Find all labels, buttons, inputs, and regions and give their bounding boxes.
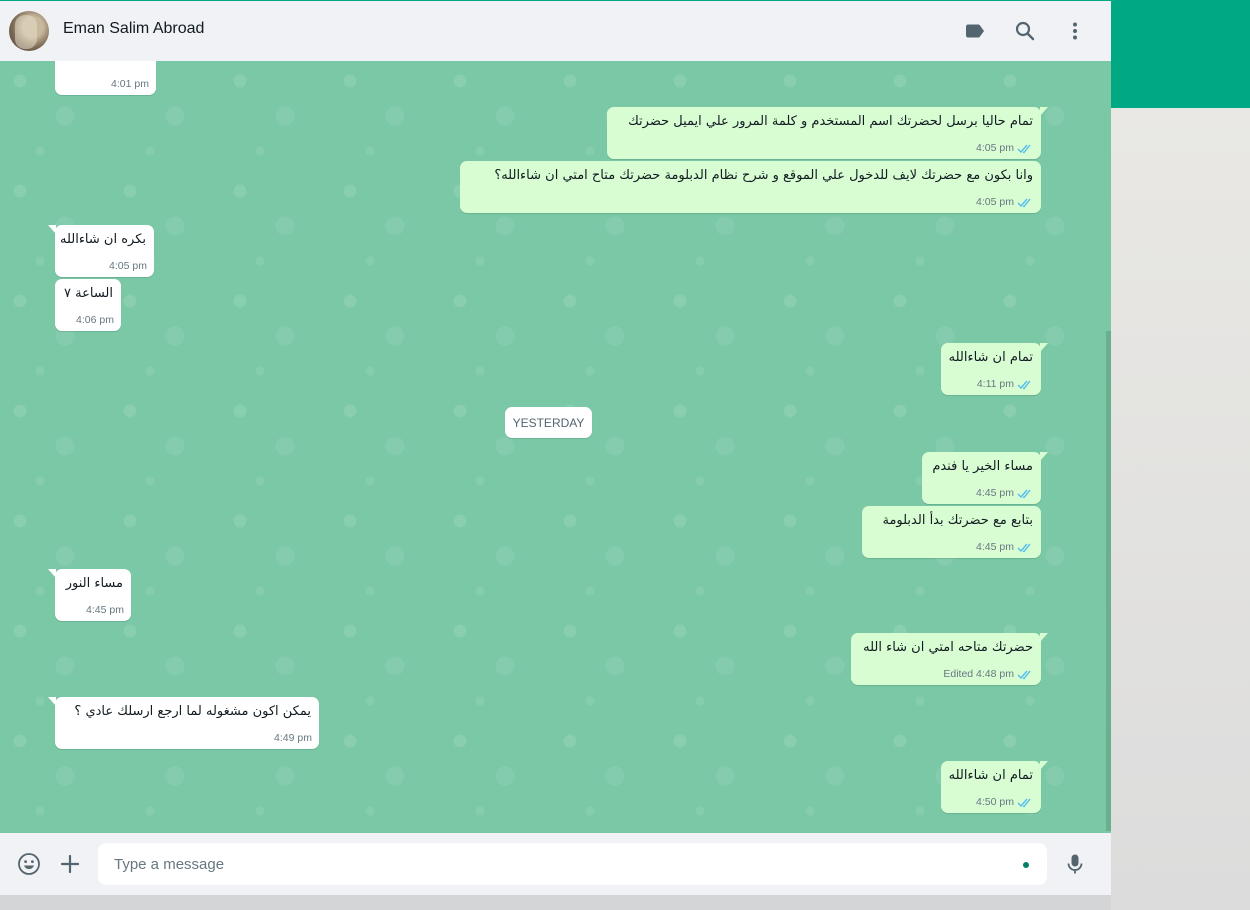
date-separator: YESTERDAY: [505, 407, 592, 438]
message-timestamp: 4:11 pm: [976, 378, 1014, 390]
search-icon[interactable]: [1013, 19, 1037, 43]
message-time: 4:05 pm: [109, 260, 147, 272]
message-text: بكره ان شاءالله: [59, 232, 146, 247]
double-check-icon: [1017, 144, 1031, 153]
plus-icon[interactable]: [58, 852, 82, 876]
message-timestamp: 4:05 pm: [109, 260, 147, 272]
background-band: [1111, 0, 1250, 108]
message-incoming[interactable]: 4:01 pm: [55, 61, 156, 95]
message-text: تمام ان شاءالله: [948, 350, 1033, 365]
message-timestamp: 4:45 pm: [976, 541, 1014, 553]
message-timestamp: 4:05 pm: [976, 196, 1014, 208]
message-timestamp: 4:06 pm: [76, 314, 114, 326]
message-list[interactable]: 4:01 pm تمام حاليا برسل لحضرتك اسم المست…: [0, 61, 1111, 833]
message-timestamp: 4:01 pm: [111, 78, 149, 90]
message-meta: 4:11 pm: [977, 378, 1033, 390]
message-meta: 4:45 pm: [976, 487, 1033, 499]
message-timestamp: 4:49 pm: [274, 732, 312, 744]
message-outgoing[interactable]: وانا بكون مع حضرتك لايف للدخول علي الموق…: [460, 161, 1041, 213]
message-outgoing[interactable]: تمام حاليا برسل لحضرتك اسم المستخدم و كل…: [607, 107, 1048, 159]
message-timestamp: 4:45 pm: [976, 487, 1014, 499]
message-text: حضرتك متاحه امتي ان شاء الله: [863, 640, 1033, 655]
message-incoming[interactable]: مساء النور 4:45 pm: [48, 569, 131, 621]
double-check-icon: [1017, 543, 1031, 552]
message-timestamp: 4:50 pm: [976, 796, 1014, 808]
double-check-icon: [1017, 798, 1031, 807]
message-outgoing[interactable]: حضرتك متاحه امتي ان شاء الله Edited 4:48…: [851, 633, 1048, 685]
message-text: يمكن اكون مشغوله لما ارجع ارسلك عادي ؟: [74, 704, 311, 719]
message-time: 4:01 pm: [111, 78, 149, 90]
message-timestamp: 4:45 pm: [86, 604, 124, 616]
message-text: وانا بكون مع حضرتك لايف للدخول علي الموق…: [494, 168, 1033, 183]
message-meta: 4:05 pm: [976, 196, 1033, 208]
message-outgoing[interactable]: تمام ان شاءالله 4:11 pm: [941, 343, 1048, 395]
message-text: بتابع مع حضرتك بدأ الدبلومة: [882, 513, 1033, 528]
double-check-icon: [1017, 670, 1031, 679]
status-dot: [1023, 862, 1029, 868]
message-meta: Edited 4:48 pm: [943, 668, 1033, 680]
message-meta: 4:45 pm: [976, 541, 1033, 553]
message-text: مساء الخير يا فندم: [932, 459, 1033, 474]
contact-name[interactable]: Eman Salim Abroad: [63, 20, 204, 38]
message-incoming[interactable]: الساعة ٧ 4:06 pm: [55, 279, 121, 331]
mic-icon[interactable]: [1063, 852, 1087, 876]
message-incoming[interactable]: بكره ان شاءالله 4:05 pm: [48, 225, 154, 277]
message-meta: 4:50 pm: [976, 796, 1033, 808]
message-timestamp: 4:05 pm: [976, 142, 1014, 154]
message-outgoing[interactable]: مساء الخير يا فندم 4:45 pm: [922, 452, 1048, 504]
label-icon[interactable]: [963, 19, 987, 43]
message-composer: [0, 833, 1111, 895]
message-time: 4:49 pm: [274, 732, 312, 744]
message-time: 4:45 pm: [86, 604, 124, 616]
message-text: الساعة ٧: [64, 286, 113, 301]
scrollbar[interactable]: [1106, 61, 1111, 833]
message-outgoing[interactable]: بتابع مع حضرتك بدأ الدبلومة 4:45 pm: [862, 506, 1041, 558]
double-check-icon: [1017, 198, 1031, 207]
message-text: مساء النور: [65, 576, 123, 591]
background-panel: [1111, 108, 1250, 910]
menu-icon[interactable]: [1063, 19, 1087, 43]
message-outgoing[interactable]: تمام ان شاءالله 4:50 pm: [941, 761, 1048, 813]
window-bottom-edge: [0, 894, 1111, 910]
message-incoming[interactable]: يمكن اكون مشغوله لما ارجع ارسلك عادي ؟ 4…: [48, 697, 319, 749]
double-check-icon: [1017, 380, 1031, 389]
chat-window: Eman Salim Abroad 4:01 pm تمام حاليا برس…: [0, 0, 1111, 895]
message-input[interactable]: [98, 843, 1047, 885]
scrollbar-thumb[interactable]: [1106, 331, 1111, 831]
emoji-icon[interactable]: [17, 852, 41, 876]
message-time: 4:06 pm: [76, 314, 114, 326]
message-text: تمام حاليا برسل لحضرتك اسم المستخدم و كل…: [628, 114, 1033, 129]
message-meta: 4:05 pm: [976, 142, 1033, 154]
contact-avatar[interactable]: [9, 11, 49, 51]
message-timestamp: Edited 4:48 pm: [943, 668, 1014, 680]
message-text: تمام ان شاءالله: [948, 768, 1033, 783]
double-check-icon: [1017, 489, 1031, 498]
chat-header: Eman Salim Abroad: [0, 1, 1111, 61]
